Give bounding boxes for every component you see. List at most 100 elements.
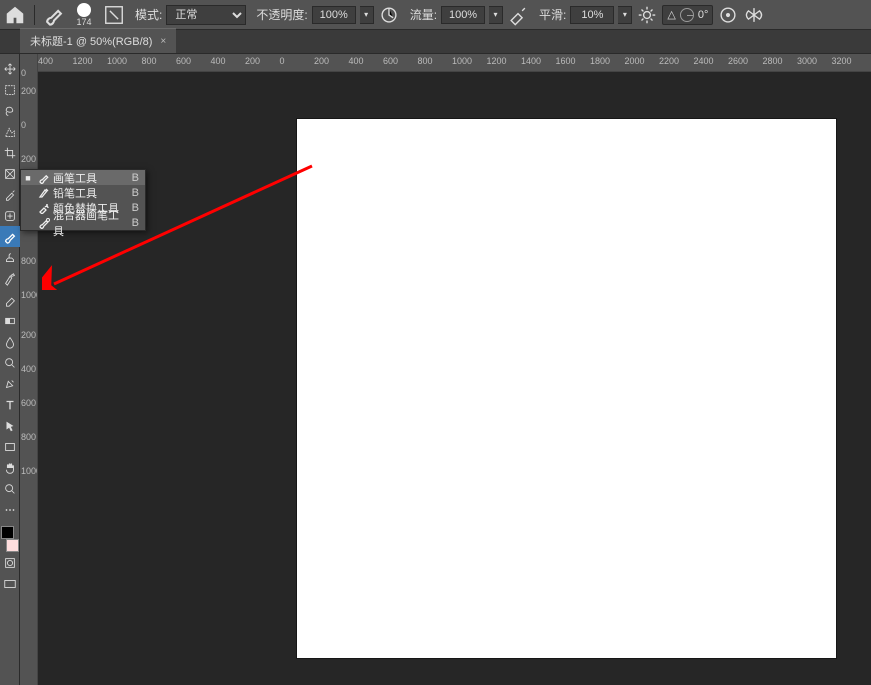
symmetry-button[interactable] — [743, 4, 765, 26]
angle-dial-icon — [680, 8, 694, 22]
clone-stamp-tool[interactable] — [0, 247, 20, 268]
ruler-tick: 200 — [21, 86, 36, 96]
type-tool[interactable] — [0, 394, 20, 415]
opacity-label: 不透明度: — [256, 6, 307, 23]
rectangle-tool[interactable] — [0, 436, 20, 457]
eyedropper-tool[interactable] — [0, 184, 20, 205]
flow-input[interactable] — [441, 6, 485, 24]
flyout-item[interactable]: 铅笔工具B — [21, 185, 145, 200]
smoothing-options-button[interactable] — [636, 4, 658, 26]
color-swatches[interactable] — [0, 526, 20, 552]
pressure-icon — [378, 4, 400, 26]
ruler-tick: 0 — [21, 120, 26, 130]
hand-tool[interactable] — [0, 457, 20, 478]
ruler-tick: 1000 — [21, 290, 38, 300]
ruler-tick: 800 — [21, 256, 36, 266]
flyout-item-shortcut: B — [127, 187, 139, 199]
separator — [34, 5, 35, 25]
brush-panel-button[interactable] — [103, 4, 125, 26]
ruler-tick: 1400 — [521, 56, 541, 66]
workspace: 0200020040060080010002004006008001000 40… — [0, 54, 871, 685]
ruler-tick: 200 — [314, 56, 329, 66]
ruler-tick: 600 — [176, 56, 191, 66]
blur-tool[interactable] — [0, 331, 20, 352]
ruler-tick: 1200 — [487, 56, 507, 66]
foreground-color-swatch[interactable] — [1, 526, 14, 539]
blend-mode-select[interactable]: 正常 — [166, 5, 246, 25]
document-tab-title: 未标题-1 @ 50%(RGB/8) — [30, 33, 152, 49]
ruler-tick: 2200 — [659, 56, 679, 66]
ruler-tick: 400 — [21, 364, 36, 374]
dodge-tool[interactable] — [0, 352, 20, 373]
home-icon — [4, 4, 26, 26]
screen-mode-button[interactable] — [0, 573, 20, 594]
ruler-tick: 800 — [418, 56, 433, 66]
ruler-tick: 200 — [21, 330, 36, 340]
flyout-selected-marker: ■ — [21, 173, 35, 183]
quick-mask-button[interactable] — [0, 552, 20, 573]
healing-brush-tool[interactable] — [0, 205, 20, 226]
opacity-chevron[interactable]: ▾ — [360, 6, 374, 24]
smoothing-input[interactable] — [570, 6, 614, 24]
ruler-tick: 3200 — [832, 56, 852, 66]
canvas-stage[interactable]: 4001200100080060040020002004006008001000… — [38, 54, 871, 685]
toolbox — [0, 54, 20, 685]
ruler-tick: 1800 — [590, 56, 610, 66]
ruler-tick: 400 — [38, 56, 53, 66]
flow-chevron[interactable]: ▾ — [489, 6, 503, 24]
ruler-tick: 0 — [21, 68, 26, 78]
opacity-input[interactable] — [312, 6, 356, 24]
zoom-tool[interactable] — [0, 478, 20, 499]
brush-panel-icon — [103, 4, 125, 26]
gradient-tool[interactable] — [0, 310, 20, 331]
tool-preset-button[interactable] — [43, 4, 65, 26]
close-icon[interactable]: × — [160, 36, 166, 47]
flyout-item[interactable]: ■ 画笔工具B — [21, 170, 145, 185]
ruler-tick: 200 — [21, 154, 36, 164]
flyout-item-shortcut: B — [127, 172, 139, 184]
document-canvas[interactable] — [297, 119, 836, 658]
flyout-item-label: 混合器画笔工具 — [53, 207, 127, 239]
ruler-tick: 200 — [245, 56, 260, 66]
ruler-tick: 800 — [21, 432, 36, 442]
quick-select-tool[interactable] — [0, 121, 20, 142]
pressure-size-button[interactable] — [717, 4, 739, 26]
history-brush-tool[interactable] — [0, 268, 20, 289]
eraser-tool[interactable] — [0, 289, 20, 310]
angle-delta-icon: △ — [667, 8, 675, 21]
frame-tool[interactable] — [0, 163, 20, 184]
ruler-tick: 2400 — [694, 56, 714, 66]
ruler-tick: 400 — [349, 56, 364, 66]
brush-angle-control[interactable]: △ 0° — [662, 5, 713, 25]
flyout-item[interactable]: 混合器画笔工具B — [21, 215, 145, 230]
brush-dot-icon — [77, 3, 91, 17]
marquee-tool[interactable] — [0, 79, 20, 100]
ruler-tick: 2000 — [625, 56, 645, 66]
document-tab-bar: 未标题-1 @ 50%(RGB/8) × — [0, 30, 871, 54]
edit-toolbar-button[interactable] — [0, 499, 20, 520]
pen-tool[interactable] — [0, 373, 20, 394]
target-icon — [717, 4, 739, 26]
document-tab[interactable]: 未标题-1 @ 50%(RGB/8) × — [20, 28, 176, 53]
opacity-pressure-button[interactable] — [378, 4, 400, 26]
ruler-tick: 600 — [383, 56, 398, 66]
ruler-tick: 3000 — [797, 56, 817, 66]
flyout-item-icon — [35, 187, 53, 199]
home-button[interactable] — [4, 4, 26, 26]
brush-preview-button[interactable]: 174 — [69, 2, 99, 28]
move-tool[interactable] — [0, 58, 20, 79]
brush-tool[interactable] — [0, 226, 20, 247]
brush-icon — [43, 4, 65, 26]
crop-tool[interactable] — [0, 142, 20, 163]
horizontal-ruler: 4001200100080060040020002004006008001000… — [38, 54, 871, 72]
path-select-tool[interactable] — [0, 415, 20, 436]
ruler-tick: 1000 — [21, 466, 38, 476]
airbrush-button[interactable] — [507, 4, 529, 26]
background-color-swatch[interactable] — [6, 539, 19, 552]
flyout-item-label: 画笔工具 — [53, 170, 127, 186]
lasso-tool[interactable] — [0, 100, 20, 121]
flyout-item-shortcut: B — [127, 202, 139, 214]
smoothing-chevron[interactable]: ▾ — [618, 6, 632, 24]
ruler-tick: 2800 — [763, 56, 783, 66]
flyout-item-icon — [35, 217, 53, 229]
